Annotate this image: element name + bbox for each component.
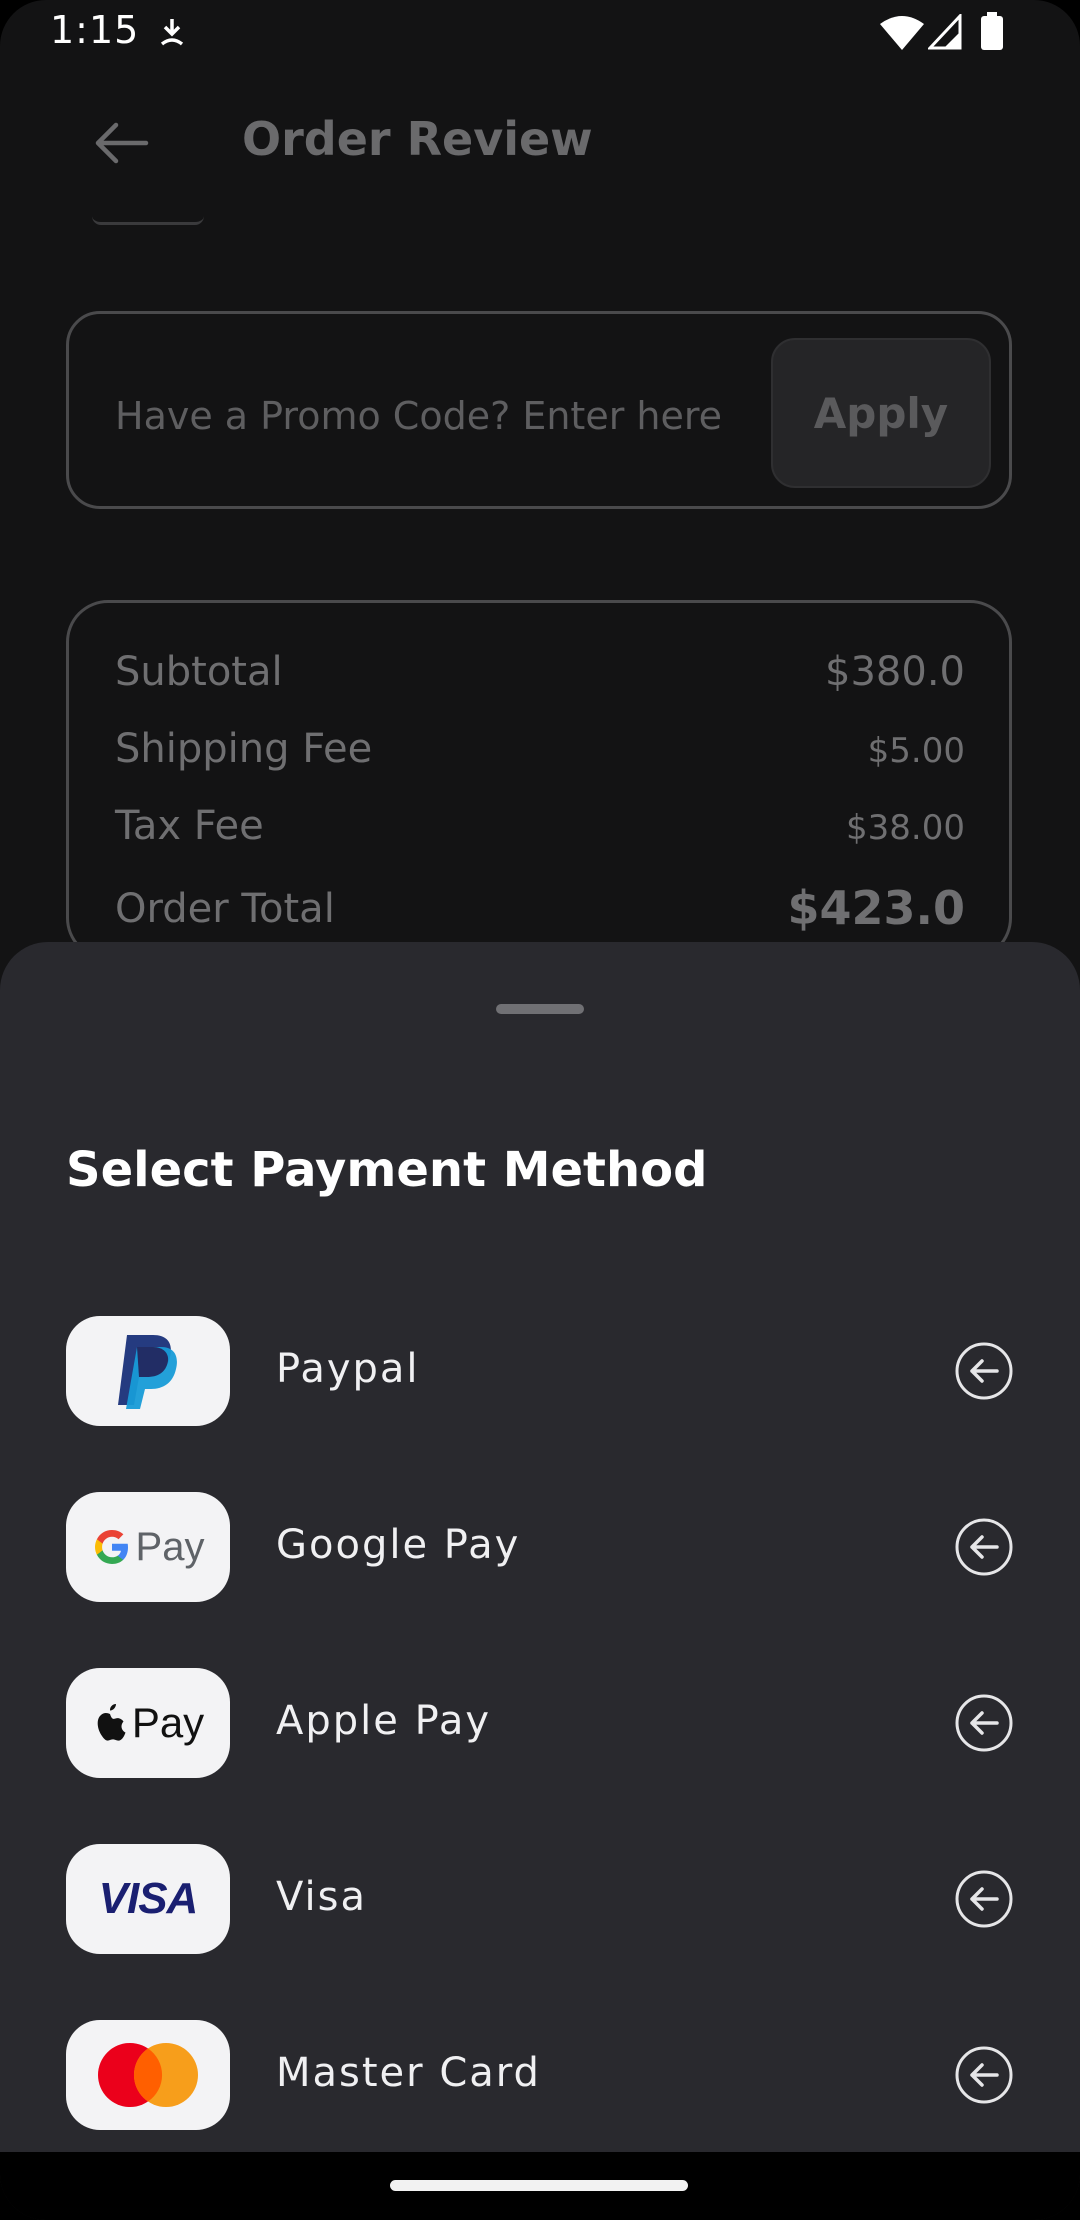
promo-code-box: Apply xyxy=(66,311,1012,509)
google-pay-logo: Pay xyxy=(66,1492,230,1602)
order-summary: Subtotal $380.0 Shipping Fee $5.00 Tax F… xyxy=(66,600,1012,960)
mastercard-logo xyxy=(66,2020,230,2130)
arrow-circle-left-icon[interactable] xyxy=(954,1517,1014,1577)
page-title: Order Review xyxy=(242,112,593,166)
back-arrow-icon[interactable] xyxy=(88,118,158,168)
signal-icon xyxy=(928,14,962,50)
payment-option-apple-pay[interactable]: Pay Apple Pay xyxy=(66,1668,1014,1778)
subtotal-label: Subtotal xyxy=(115,649,283,695)
payment-option-master-card[interactable]: Master Card xyxy=(66,2020,1014,2130)
sheet-title: Select Payment Method xyxy=(66,1142,708,1198)
google-g-icon xyxy=(94,1530,128,1564)
payment-option-visa[interactable]: VISA Visa xyxy=(66,1844,1014,1954)
paypal-icon xyxy=(118,1335,177,1409)
apple-icon xyxy=(97,1704,126,1741)
paypal-logo xyxy=(66,1316,230,1426)
shipping-value: $5.00 xyxy=(867,731,965,771)
promo-code-input[interactable] xyxy=(115,394,735,438)
payment-option-google-pay[interactable]: Pay Google Pay xyxy=(66,1492,1014,1602)
visa-text: VISA xyxy=(98,1874,199,1923)
payment-name: Apple Pay xyxy=(276,1698,492,1744)
home-gesture-handle[interactable] xyxy=(390,2180,688,2191)
payment-method-sheet: Select Payment Method Paypal Pay Google … xyxy=(0,942,1080,2152)
mastercard-circles-icon xyxy=(98,2043,198,2107)
apple-pay-text: Pay xyxy=(131,1699,205,1746)
payment-name: Google Pay xyxy=(276,1522,521,1568)
tax-label: Tax Fee xyxy=(115,803,264,849)
screen: 1:15 Order Review Apply Subtotal $380.0 … xyxy=(0,0,1080,2220)
arrow-circle-left-icon[interactable] xyxy=(954,1693,1014,1753)
download-icon xyxy=(160,19,184,46)
apple-pay-logo: Pay xyxy=(66,1668,230,1778)
arrow-circle-left-icon[interactable] xyxy=(954,1341,1014,1401)
payment-name: Master Card xyxy=(276,2050,541,2096)
wifi-icon xyxy=(880,16,924,50)
payment-option-paypal[interactable]: Paypal xyxy=(66,1316,1014,1426)
order-total-value: $423.0 xyxy=(787,881,965,935)
visa-logo: VISA xyxy=(66,1844,230,1954)
shipping-label: Shipping Fee xyxy=(115,726,373,772)
gesture-nav-bar xyxy=(0,2152,1080,2220)
status-time: 1:15 xyxy=(50,8,140,52)
payment-name: Paypal xyxy=(276,1346,420,1392)
payment-name: Visa xyxy=(276,1874,367,1920)
subtotal-value: $380.0 xyxy=(825,649,965,695)
arrow-circle-left-icon[interactable] xyxy=(954,1869,1014,1929)
apply-button[interactable]: Apply xyxy=(771,338,991,488)
battery-icon xyxy=(981,12,1003,50)
tax-value: $38.00 xyxy=(846,808,965,848)
google-pay-text: Pay xyxy=(135,1524,205,1569)
arrow-circle-left-icon[interactable] xyxy=(954,2045,1014,2105)
drag-handle[interactable] xyxy=(496,1004,584,1014)
scroll-edge xyxy=(92,216,204,225)
order-total-label: Order Total xyxy=(115,886,335,932)
